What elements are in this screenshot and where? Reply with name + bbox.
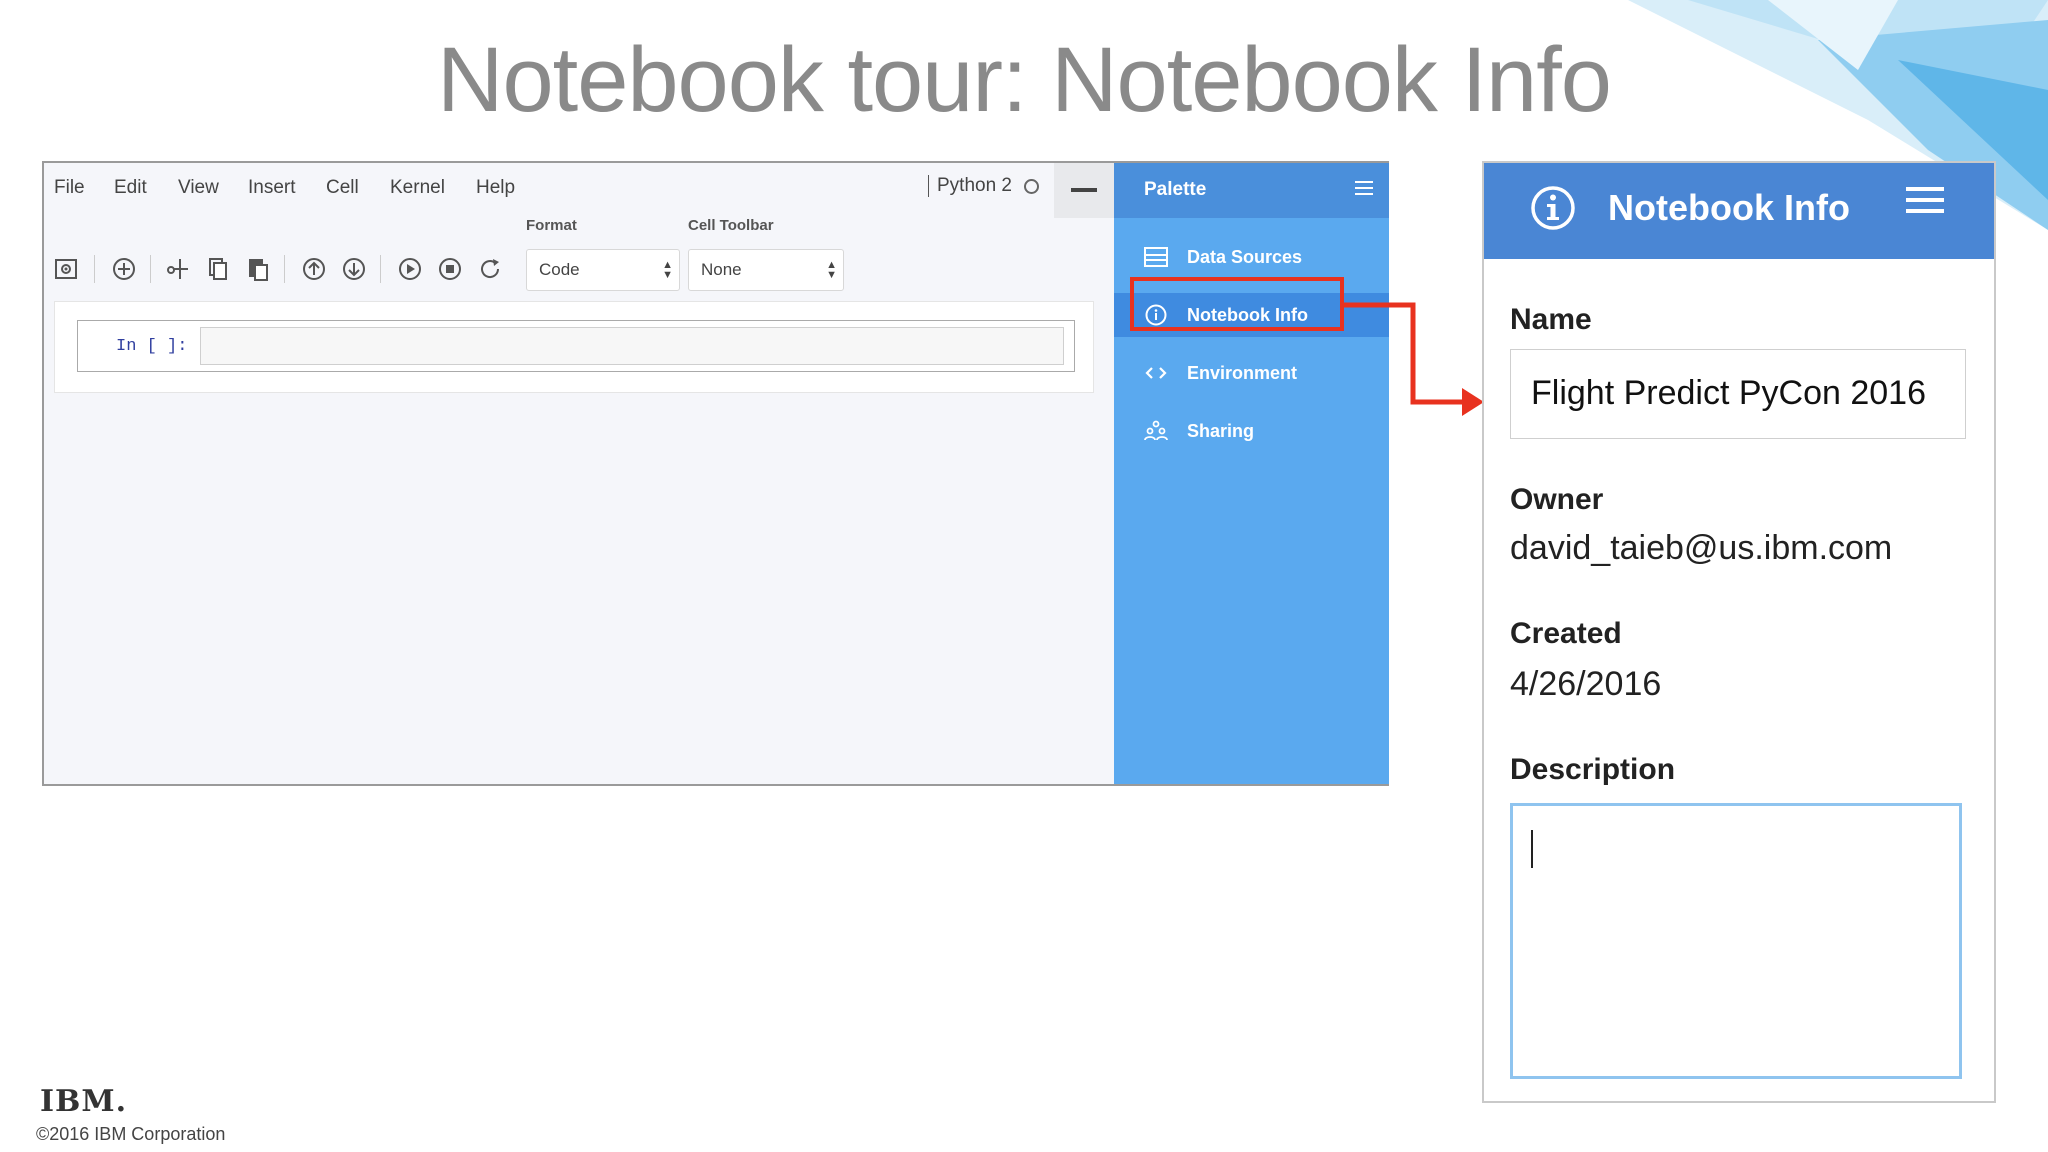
palette-item-label: Environment — [1187, 363, 1298, 383]
palette-item-environment[interactable]: Environment — [1114, 351, 1389, 395]
cell-prompt: In [ ]: — [116, 337, 188, 356]
slide: Notebook tour: Notebook Info File Edit V… — [0, 0, 2048, 1152]
cut-icon[interactable] — [164, 255, 192, 283]
select-arrows-icon: ▲ ▼ — [662, 259, 673, 281]
name-label: Name — [1510, 303, 1592, 336]
database-icon — [1144, 247, 1168, 267]
created-value: 4/26/2016 — [1510, 665, 1662, 703]
add-cell-icon[interactable] — [110, 255, 138, 283]
notebook-info-highlight — [1130, 277, 1344, 331]
toolbar-separator — [94, 255, 95, 283]
code-icon — [1145, 367, 1167, 379]
palette-item-label: Sharing — [1187, 421, 1255, 441]
copy-icon[interactable] — [204, 255, 232, 283]
kernel-status-icon — [1024, 179, 1039, 194]
palette-item-sharing[interactable]: Sharing — [1114, 409, 1389, 453]
cell-toolbar-select-value: None — [701, 260, 742, 279]
owner-label: Owner — [1510, 483, 1604, 516]
palette-item-data-sources[interactable]: Data Sources — [1114, 235, 1389, 279]
menu-kernel[interactable]: Kernel — [390, 177, 445, 199]
info-panel-menu-icon[interactable] — [1906, 187, 1944, 213]
palette-item-label: Data Sources — [1187, 247, 1303, 267]
menu-cell[interactable]: Cell — [326, 177, 359, 199]
restart-icon[interactable] — [476, 255, 504, 283]
slide-title: Notebook tour: Notebook Info — [437, 29, 1612, 131]
toolbar-separator — [150, 255, 151, 283]
move-down-icon[interactable] — [340, 255, 368, 283]
palette-header: Palette — [1114, 163, 1389, 218]
save-icon[interactable] — [52, 255, 80, 283]
select-arrows-icon: ▲ ▼ — [826, 259, 837, 281]
info-panel-title: Notebook Info — [1608, 187, 1850, 228]
description-label: Description — [1510, 753, 1676, 786]
format-select[interactable]: Code ▲ ▼ — [526, 249, 680, 291]
toolbar-separator — [380, 255, 381, 283]
stop-icon[interactable] — [436, 255, 464, 283]
menu-view[interactable]: View — [178, 177, 219, 199]
palette-title: Palette — [1144, 179, 1207, 200]
created-label: Created — [1510, 617, 1622, 650]
menu-file[interactable]: File — [54, 177, 85, 199]
info-icon — [1531, 186, 1575, 230]
format-select-value: Code — [539, 260, 580, 279]
name-field[interactable]: Flight Predict PyCon 2016 — [1510, 349, 1966, 439]
collapse-palette-button[interactable] — [1054, 163, 1114, 218]
format-label: Format — [526, 217, 577, 234]
code-cell[interactable]: In [ ]: — [77, 320, 1075, 372]
cell-input[interactable] — [200, 327, 1064, 365]
ibm-logo: IBM. — [40, 1084, 128, 1119]
text-caret — [1531, 830, 1533, 868]
menu-help[interactable]: Help — [476, 177, 515, 199]
move-up-icon[interactable] — [300, 255, 328, 283]
palette-sidebar: Palette Data Sources Notebook Info Envir… — [1114, 163, 1389, 784]
name-field-value: Flight Predict PyCon 2016 — [1531, 374, 1926, 412]
notebook-main: File Edit View Insert Cell Kernel Help P… — [44, 163, 1114, 784]
owner-value: david_taieb@us.ibm.com — [1510, 529, 1893, 567]
run-icon[interactable] — [396, 255, 424, 283]
palette-menu-icon[interactable] — [1355, 181, 1373, 195]
description-textarea[interactable] — [1510, 803, 1962, 1079]
cell-toolbar-label: Cell Toolbar — [688, 217, 774, 234]
notebook-info-panel: Notebook Info Name Flight Predict PyCon … — [1482, 161, 1996, 1103]
notebook-window: File Edit View Insert Cell Kernel Help P… — [42, 161, 1389, 786]
menu-edit[interactable]: Edit — [114, 177, 147, 199]
people-icon — [1144, 420, 1168, 441]
kernel-name: Python 2 — [928, 175, 1012, 197]
cell-container: In [ ]: — [54, 301, 1094, 393]
toolbar-separator — [284, 255, 285, 283]
menu-insert[interactable]: Insert — [248, 177, 296, 199]
menu-bar: File Edit View Insert Cell Kernel Help — [44, 163, 1044, 213]
cell-toolbar-select[interactable]: None ▲ ▼ — [688, 249, 844, 291]
info-panel-header: Notebook Info — [1484, 163, 1994, 259]
copyright-text: ©2016 IBM Corporation — [36, 1124, 226, 1144]
paste-icon[interactable] — [244, 255, 272, 283]
